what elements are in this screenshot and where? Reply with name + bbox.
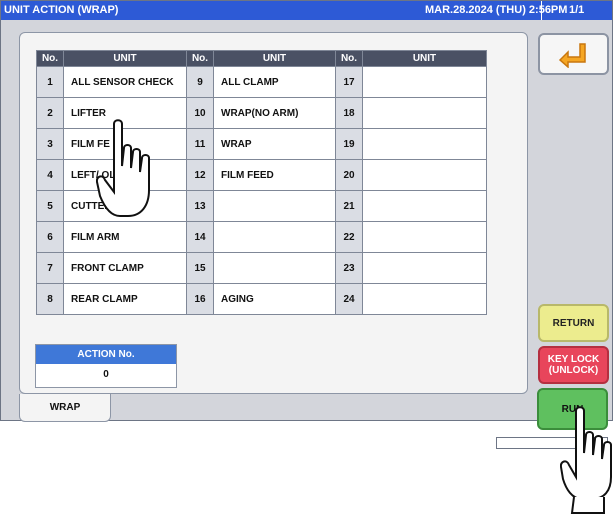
unit-button[interactable] bbox=[362, 190, 487, 222]
unit-number-cell: 14 bbox=[186, 221, 214, 253]
unit-number-cell: 22 bbox=[335, 221, 363, 253]
screen-title: UNIT ACTION (WRAP) bbox=[4, 4, 119, 16]
unit-button[interactable] bbox=[213, 252, 336, 284]
unit-number-cell: 12 bbox=[186, 159, 214, 191]
unit-button[interactable]: FRONT CLAMP bbox=[63, 252, 187, 284]
return-button[interactable]: RETURN bbox=[538, 304, 609, 342]
unit-button[interactable]: FILM FEED bbox=[213, 159, 336, 191]
unit-button[interactable]: ALL CLAMP bbox=[213, 66, 336, 98]
unit-button[interactable]: REAR CLAMP bbox=[63, 283, 187, 315]
unit-number-cell: 17 bbox=[335, 66, 363, 98]
title-bar: UNIT ACTION (WRAP) MAR.28.2024 (THU) 2:5… bbox=[1, 1, 612, 20]
unit-number-cell: 15 bbox=[186, 252, 214, 284]
key-lock-state: (UNLOCK) bbox=[548, 365, 599, 376]
terminal-screen: UNIT ACTION (WRAP) MAR.28.2024 (THU) 2:5… bbox=[0, 0, 613, 422]
action-number-label: ACTION No. bbox=[36, 345, 176, 364]
unit-button[interactable] bbox=[362, 221, 487, 253]
unit-number-cell: 24 bbox=[335, 283, 363, 315]
key-lock-label: KEY LOCK bbox=[547, 354, 600, 365]
page-indicator: 1/1 bbox=[569, 4, 585, 16]
date-time: MAR.28.2024 (THU) 2:56PM bbox=[425, 4, 568, 16]
table-header-row: No. UNIT No. UNIT No. UNIT bbox=[36, 50, 487, 67]
unit-button[interactable] bbox=[213, 190, 336, 222]
unit-number-cell: 8 bbox=[36, 283, 64, 315]
header-no: No. bbox=[335, 50, 363, 67]
unit-button[interactable] bbox=[362, 252, 487, 284]
table-row: 1 ALL SENSOR CHECK 9 ALL CLAMP 17 bbox=[36, 66, 487, 98]
unit-number-cell: 5 bbox=[36, 190, 64, 222]
unit-number-cell: 13 bbox=[186, 190, 214, 222]
unit-button[interactable]: WRAP bbox=[213, 128, 336, 160]
title-divider bbox=[541, 1, 542, 20]
unit-number-cell: 23 bbox=[335, 252, 363, 284]
unit-button[interactable]: AGING bbox=[213, 283, 336, 315]
table-row: 6 FILM ARM 14 22 bbox=[36, 221, 487, 253]
header-no: No. bbox=[186, 50, 214, 67]
back-button[interactable] bbox=[538, 33, 609, 75]
unit-number-cell: 4 bbox=[36, 159, 64, 191]
pointing-hand-icon bbox=[560, 406, 612, 514]
return-arrow-icon bbox=[558, 43, 586, 68]
unit-button[interactable]: ALL SENSOR CHECK bbox=[63, 66, 187, 98]
action-number-value: 0 bbox=[103, 369, 109, 380]
unit-number-cell: 19 bbox=[335, 128, 363, 160]
unit-number-cell: 20 bbox=[335, 159, 363, 191]
header-unit: UNIT bbox=[213, 50, 336, 67]
unit-number-cell: 18 bbox=[335, 97, 363, 129]
unit-button[interactable] bbox=[362, 66, 487, 98]
header-no: No. bbox=[36, 50, 64, 67]
unit-number-cell: 9 bbox=[186, 66, 214, 98]
unit-number-cell: 6 bbox=[36, 221, 64, 253]
unit-number-cell: 16 bbox=[186, 283, 214, 315]
unit-button[interactable] bbox=[362, 97, 487, 129]
unit-number-cell: 7 bbox=[36, 252, 64, 284]
unit-button[interactable]: WRAP(NO ARM) bbox=[213, 97, 336, 129]
unit-button[interactable] bbox=[362, 128, 487, 160]
unit-button[interactable]: FILM ARM bbox=[63, 221, 187, 253]
table-row: 8 REAR CLAMP 16 AGING 24 bbox=[36, 283, 487, 315]
tab-wrap[interactable]: WRAP bbox=[19, 394, 111, 422]
unit-number-cell: 2 bbox=[36, 97, 64, 129]
unit-button[interactable] bbox=[213, 221, 336, 253]
action-number-box: ACTION No. 0 bbox=[35, 344, 177, 388]
unit-button[interactable] bbox=[362, 159, 487, 191]
unit-number-cell: 10 bbox=[186, 97, 214, 129]
unit-number-cell: 11 bbox=[186, 128, 214, 160]
header-unit: UNIT bbox=[63, 50, 187, 67]
header-unit: UNIT bbox=[362, 50, 487, 67]
unit-number-cell: 21 bbox=[335, 190, 363, 222]
table-row: 7 FRONT CLAMP 15 23 bbox=[36, 252, 487, 284]
unit-button[interactable] bbox=[362, 283, 487, 315]
unit-number-cell: 3 bbox=[36, 128, 64, 160]
unit-number-cell: 1 bbox=[36, 66, 64, 98]
pointing-hand-icon bbox=[96, 119, 150, 217]
key-lock-button[interactable]: KEY LOCK (UNLOCK) bbox=[538, 346, 609, 384]
